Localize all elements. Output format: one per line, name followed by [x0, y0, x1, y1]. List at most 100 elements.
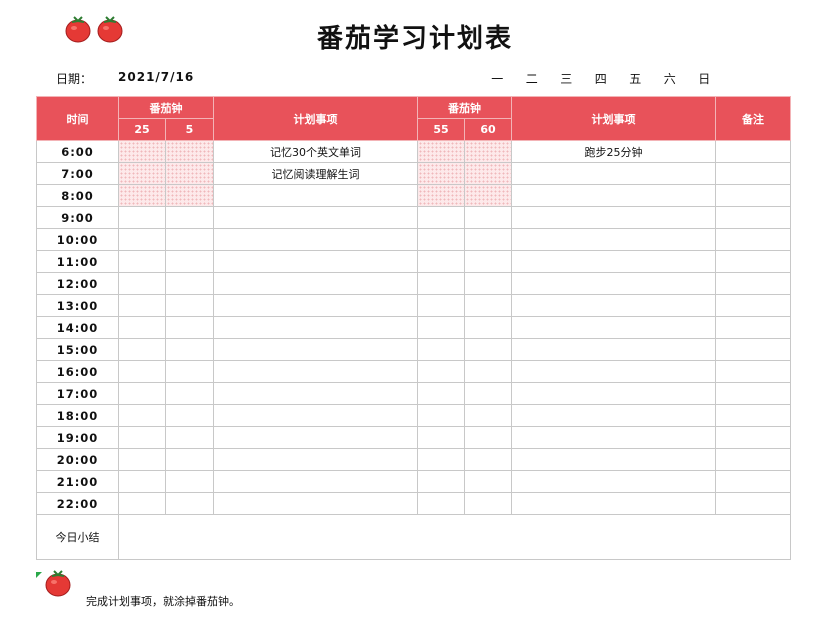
pomodoro-cell-25[interactable]	[118, 492, 166, 515]
plan-cell-left[interactable]	[213, 338, 418, 361]
pomodoro-cell-60[interactable]	[464, 250, 512, 273]
pomodoro-cell-55[interactable]	[417, 316, 465, 339]
date-value[interactable]: 2021/7/16	[118, 70, 194, 87]
note-cell[interactable]	[715, 250, 791, 273]
pomodoro-cell-25[interactable]	[118, 250, 166, 273]
pomodoro-cell-60[interactable]	[464, 140, 512, 163]
pomodoro-cell-25[interactable]	[118, 206, 166, 229]
weekday-wed[interactable]: 三	[549, 70, 584, 87]
plan-cell-right[interactable]	[511, 470, 716, 493]
pomodoro-cell-60[interactable]	[464, 206, 512, 229]
plan-cell-left[interactable]: 记忆30个英文单词	[213, 140, 418, 163]
plan-cell-left[interactable]	[213, 206, 418, 229]
pomodoro-cell-5[interactable]	[165, 184, 214, 207]
pomodoro-cell-5[interactable]	[165, 206, 214, 229]
plan-cell-left[interactable]	[213, 382, 418, 405]
note-cell[interactable]	[715, 404, 791, 427]
note-cell[interactable]	[715, 316, 791, 339]
pomodoro-cell-25[interactable]	[118, 228, 166, 251]
pomodoro-cell-60[interactable]	[464, 184, 512, 207]
plan-cell-left[interactable]	[213, 184, 418, 207]
plan-cell-left[interactable]	[213, 360, 418, 383]
pomodoro-cell-60[interactable]	[464, 228, 512, 251]
weekday-fri[interactable]: 五	[618, 70, 653, 87]
plan-cell-right[interactable]	[511, 272, 716, 295]
pomodoro-cell-5[interactable]	[165, 162, 214, 185]
pomodoro-cell-60[interactable]	[464, 360, 512, 383]
pomodoro-cell-55[interactable]	[417, 426, 465, 449]
note-cell[interactable]	[715, 162, 791, 185]
plan-cell-right[interactable]	[511, 404, 716, 427]
pomodoro-cell-25[interactable]	[118, 360, 166, 383]
pomodoro-cell-5[interactable]	[165, 426, 214, 449]
pomodoro-cell-25[interactable]	[118, 316, 166, 339]
pomodoro-cell-60[interactable]	[464, 338, 512, 361]
plan-cell-right[interactable]	[511, 448, 716, 471]
pomodoro-cell-60[interactable]	[464, 316, 512, 339]
plan-cell-right[interactable]	[511, 426, 716, 449]
plan-cell-right[interactable]	[511, 294, 716, 317]
pomodoro-cell-5[interactable]	[165, 382, 214, 405]
note-cell[interactable]	[715, 338, 791, 361]
pomodoro-cell-55[interactable]	[417, 382, 465, 405]
plan-cell-right[interactable]	[511, 360, 716, 383]
pomodoro-cell-60[interactable]	[464, 272, 512, 295]
pomodoro-cell-60[interactable]	[464, 382, 512, 405]
plan-cell-left[interactable]: 记忆阅读理解生词	[213, 162, 418, 185]
pomodoro-cell-60[interactable]	[464, 448, 512, 471]
pomodoro-cell-55[interactable]	[417, 448, 465, 471]
pomodoro-cell-60[interactable]	[464, 162, 512, 185]
note-cell[interactable]	[715, 294, 791, 317]
pomodoro-cell-60[interactable]	[464, 470, 512, 493]
plan-cell-left[interactable]	[213, 470, 418, 493]
pomodoro-cell-5[interactable]	[165, 250, 214, 273]
pomodoro-cell-5[interactable]	[165, 470, 214, 493]
plan-cell-left[interactable]	[213, 404, 418, 427]
pomodoro-cell-25[interactable]	[118, 470, 166, 493]
pomodoro-cell-25[interactable]	[118, 294, 166, 317]
plan-cell-left[interactable]	[213, 448, 418, 471]
weekday-thu[interactable]: 四	[584, 70, 619, 87]
pomodoro-cell-60[interactable]	[464, 426, 512, 449]
pomodoro-cell-25[interactable]	[118, 448, 166, 471]
note-cell[interactable]	[715, 360, 791, 383]
note-cell[interactable]	[715, 426, 791, 449]
plan-cell-right[interactable]	[511, 228, 716, 251]
plan-cell-left[interactable]	[213, 228, 418, 251]
pomodoro-cell-5[interactable]	[165, 360, 214, 383]
pomodoro-cell-5[interactable]	[165, 272, 214, 295]
weekday-sun[interactable]: 日	[687, 70, 722, 87]
note-cell[interactable]	[715, 228, 791, 251]
note-cell[interactable]	[715, 492, 791, 515]
pomodoro-cell-55[interactable]	[417, 162, 465, 185]
pomodoro-cell-5[interactable]	[165, 448, 214, 471]
pomodoro-cell-25[interactable]	[118, 426, 166, 449]
pomodoro-cell-55[interactable]	[417, 360, 465, 383]
pomodoro-cell-55[interactable]	[417, 338, 465, 361]
plan-cell-left[interactable]	[213, 250, 418, 273]
pomodoro-cell-55[interactable]	[417, 184, 465, 207]
pomodoro-cell-5[interactable]	[165, 404, 214, 427]
plan-cell-left[interactable]	[213, 492, 418, 515]
note-cell[interactable]	[715, 206, 791, 229]
pomodoro-cell-60[interactable]	[464, 294, 512, 317]
plan-cell-right[interactable]	[511, 338, 716, 361]
note-cell[interactable]	[715, 140, 791, 163]
pomodoro-cell-55[interactable]	[417, 470, 465, 493]
pomodoro-cell-25[interactable]	[118, 382, 166, 405]
plan-cell-right[interactable]	[511, 316, 716, 339]
plan-cell-left[interactable]	[213, 316, 418, 339]
pomodoro-cell-25[interactable]	[118, 162, 166, 185]
pomodoro-cell-55[interactable]	[417, 140, 465, 163]
pomodoro-cell-55[interactable]	[417, 272, 465, 295]
plan-cell-right[interactable]	[511, 250, 716, 273]
note-cell[interactable]	[715, 184, 791, 207]
pomodoro-cell-25[interactable]	[118, 338, 166, 361]
pomodoro-cell-55[interactable]	[417, 250, 465, 273]
note-cell[interactable]	[715, 470, 791, 493]
plan-cell-right[interactable]	[511, 492, 716, 515]
plan-cell-left[interactable]	[213, 294, 418, 317]
pomodoro-cell-5[interactable]	[165, 228, 214, 251]
summary-input[interactable]	[118, 514, 791, 560]
pomodoro-cell-25[interactable]	[118, 272, 166, 295]
